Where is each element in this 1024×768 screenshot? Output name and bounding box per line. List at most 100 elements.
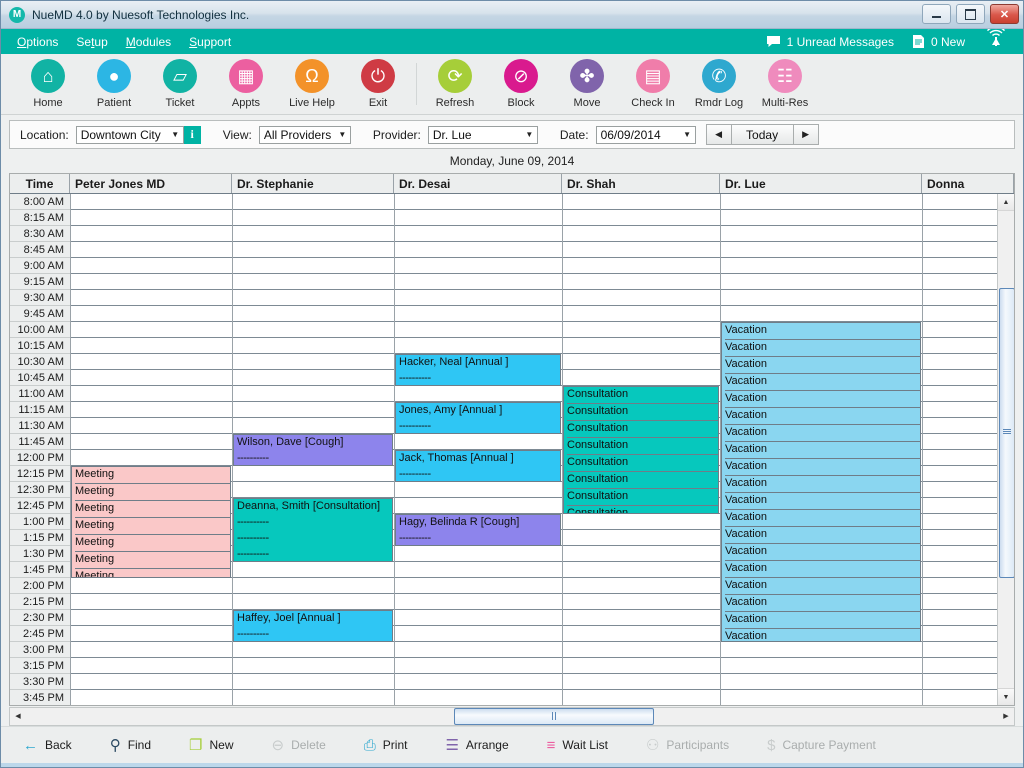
toolbar-button-label: Home <box>33 97 62 109</box>
time-slot-label: 2:15 PM <box>10 594 70 610</box>
grid-line <box>395 641 562 642</box>
provider-lane-dr-lue[interactable]: VacationVacationVacationVacationVacation… <box>721 194 923 705</box>
scroll-right-button[interactable]: ▶ <box>998 709 1014 724</box>
toolbar-button-exit[interactable]: ⏻Exit <box>345 59 411 109</box>
toolbar-button-refresh[interactable]: ⟳Refresh <box>422 59 488 109</box>
header-provider-dr-shah[interactable]: Dr. Shah <box>562 174 720 193</box>
menu-item-setup[interactable]: Setup <box>74 33 109 51</box>
toolbar-button-block[interactable]: ⊘Block <box>488 59 554 109</box>
grid-line <box>395 657 562 658</box>
appointment-slot-label: Meeting <box>75 501 230 518</box>
toolbar-button-ticket[interactable]: ▱Ticket <box>147 59 213 109</box>
appointment-block[interactable]: Wilson, Dave [Cough]---------- <box>233 434 393 466</box>
bottom-button-label: Delete <box>291 738 326 752</box>
appointment-block[interactable]: Jones, Amy [Annual ]---------- <box>395 402 561 434</box>
bottom-button-find[interactable]: ⚲Find <box>110 738 151 753</box>
appointment-slot-label: Vacation <box>725 459 920 476</box>
menu-item-modules[interactable]: Modules <box>124 33 173 51</box>
time-slot-label: 2:00 PM <box>10 578 70 594</box>
next-day-button[interactable]: ▶ <box>793 124 819 145</box>
view-select[interactable]: All Providers ▼ <box>259 126 351 144</box>
toolbar-button-patient[interactable]: ●Patient <box>81 59 147 109</box>
location-select[interactable]: Downtown City ▼ <box>76 126 184 144</box>
header-provider-dr-desai[interactable]: Dr. Desai <box>394 174 562 193</box>
appointment-block[interactable]: Hacker, Neal [Annual ]---------- <box>395 354 561 386</box>
menu-item-support[interactable]: Support <box>187 33 233 51</box>
scroll-grip-icon <box>1003 429 1011 434</box>
filter-bar: Location: Downtown City ▼ i View: All Pr… <box>9 120 1015 149</box>
toolbar-button-move[interactable]: ✤Move <box>554 59 620 109</box>
bottom-button-back[interactable]: ←Back <box>23 738 72 753</box>
appointment-block[interactable]: Jack, Thomas [Annual ]---------- <box>395 450 561 482</box>
appointment-slot-label: Consultation <box>567 438 718 455</box>
unread-messages[interactable]: 1 Unread Messages <box>766 35 894 49</box>
grid-line <box>395 305 562 306</box>
appointment-block[interactable]: Deanna, Smith [Consultation]------------… <box>233 498 393 562</box>
bottom-button-print[interactable]: ⎙Print <box>364 738 408 753</box>
toolbar-button-live-help[interactable]: ΩLive Help <box>279 59 345 109</box>
patient-icon: ● <box>97 59 131 93</box>
appointment-block[interactable]: Hagy, Belinda R [Cough]---------- <box>395 514 561 546</box>
toolbar-button-multi-res[interactable]: ☷Multi-Res <box>752 59 818 109</box>
header-time[interactable]: Time <box>10 174 70 193</box>
provider-select[interactable]: Dr. Lue ▼ <box>428 126 538 144</box>
appointment-slot-label: Vacation <box>725 374 920 391</box>
provider-lane-dr-shah[interactable]: ConsultationConsultationConsultationCons… <box>563 194 721 705</box>
time-slot-label: 8:00 AM <box>10 194 70 210</box>
bottom-button-arrange[interactable]: ☰Arrange <box>445 738 508 753</box>
provider-lane-peter-jones-md[interactable]: MeetingMeetingMeetingMeetingMeetingMeeti… <box>71 194 233 705</box>
bottom-button-label: Wait List <box>562 738 608 752</box>
unread-messages-label: 1 Unread Messages <box>787 35 894 49</box>
appointment-block[interactable]: MeetingMeetingMeetingMeetingMeetingMeeti… <box>71 466 231 578</box>
horizontal-scrollbar[interactable]: ◀ ▶ <box>9 707 1015 726</box>
scroll-down-button[interactable]: ▼ <box>998 688 1014 705</box>
close-button[interactable]: ✕ <box>990 4 1019 24</box>
move-icon: ✤ <box>570 59 604 93</box>
horizontal-scroll-thumb[interactable] <box>454 708 654 725</box>
vertical-scroll-thumb[interactable] <box>999 288 1014 578</box>
menu-item-options[interactable]: Options <box>15 33 60 51</box>
toolbar-button-check-in[interactable]: ▤Check In <box>620 59 686 109</box>
header-provider-donna[interactable]: Donna <box>922 174 1014 193</box>
bottom-button-label: Find <box>128 738 151 752</box>
appointment-block[interactable]: VacationVacationVacationVacationVacation… <box>721 322 921 642</box>
minimize-button[interactable] <box>922 4 951 24</box>
provider-lanes: MeetingMeetingMeetingMeetingMeetingMeeti… <box>71 194 1014 705</box>
toolbar-button-rmdr-log[interactable]: ✆Rmdr Log <box>686 59 752 109</box>
grid-line <box>71 401 232 402</box>
grid-line <box>71 641 232 642</box>
appointment-block[interactable]: ConsultationConsultationConsultationCons… <box>563 386 719 514</box>
time-column: 8:00 AM8:15 AM8:30 AM8:45 AM9:00 AM9:15 … <box>10 194 71 705</box>
scroll-up-button[interactable]: ▲ <box>998 194 1014 211</box>
scroll-left-button[interactable]: ◀ <box>10 709 26 724</box>
location-info-button[interactable]: i <box>184 126 201 144</box>
grid-line <box>71 609 232 610</box>
grid-line <box>395 257 562 258</box>
time-slot-label: 1:30 PM <box>10 546 70 562</box>
provider-lane-dr-stephanie[interactable]: Wilson, Dave [Cough]---------- Deanna, Sm… <box>233 194 395 705</box>
header-provider-peter-jones-md[interactable]: Peter Jones MD <box>70 174 232 193</box>
date-select[interactable]: 06/09/2014 ▼ <box>596 126 696 144</box>
bottom-button-wait-list[interactable]: ≡Wait List <box>547 738 608 753</box>
time-slot-label: 3:00 PM <box>10 642 70 658</box>
toolbar-button-appts[interactable]: ▦Appts <box>213 59 279 109</box>
header-provider-dr-lue[interactable]: Dr. Lue <box>720 174 922 193</box>
back-arrow-icon: ← <box>23 738 38 753</box>
bottom-button-new[interactable]: ❐New <box>189 738 233 753</box>
toolbar-button-label: Rmdr Log <box>695 97 743 109</box>
header-provider-dr-stephanie[interactable]: Dr. Stephanie <box>232 174 394 193</box>
new-documents[interactable]: 0 New <box>912 34 965 49</box>
appointment-block[interactable]: Haffey, Joel [Annual ]---------- <box>233 610 393 642</box>
date-value: 06/09/2014 <box>601 128 680 142</box>
today-button[interactable]: Today <box>732 124 793 145</box>
vertical-scrollbar[interactable]: ▲ ▼ <box>997 194 1014 705</box>
provider-lane-dr-desai[interactable]: Hacker, Neal [Annual ]---------- Jones, A… <box>395 194 563 705</box>
appointment-continuation: ---------- <box>237 547 392 562</box>
toolbar-button-home[interactable]: ⌂Home <box>15 59 81 109</box>
previous-day-button[interactable]: ◀ <box>706 124 732 145</box>
grid-line <box>395 273 562 274</box>
maximize-button[interactable] <box>956 4 985 24</box>
appointment-continuation: ---------- <box>399 371 560 386</box>
participants-icon: ⚇ <box>646 738 659 753</box>
chevron-down-icon: ▼ <box>522 130 537 139</box>
